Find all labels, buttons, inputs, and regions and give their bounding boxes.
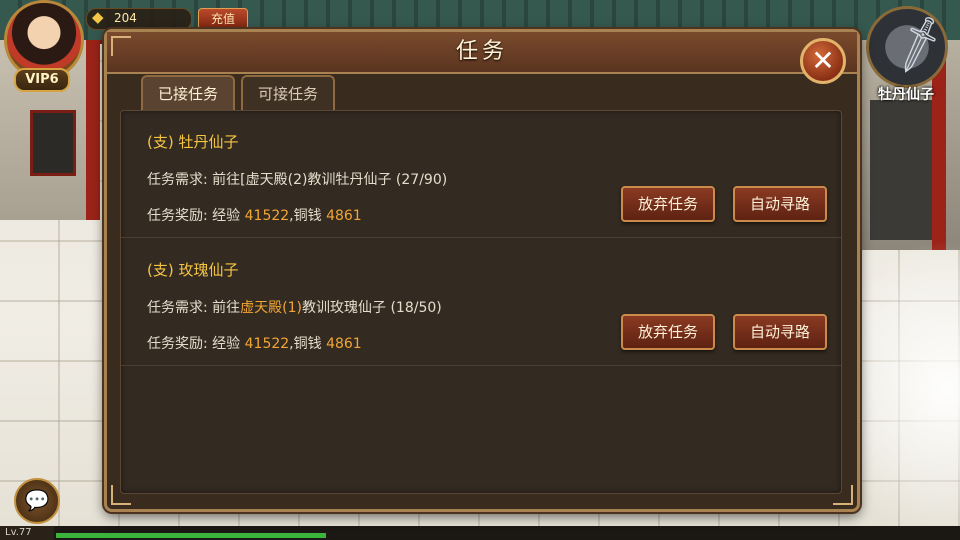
requirement-suffix: 教训玫瑰仙子 (18/50) — [302, 300, 442, 316]
reward-prefix: 任务奖励: 经验 — [147, 336, 245, 352]
recharge-button[interactable]: 充值 — [198, 8, 248, 30]
requirement-location: [虚天殿(2) — [240, 172, 308, 188]
gold-ingot-icon: ◆ — [92, 8, 104, 26]
target-portrait[interactable]: 🗡 — [866, 6, 954, 88]
reward-coins: 4861 — [326, 336, 362, 352]
close-button[interactable]: ✕ — [800, 38, 846, 84]
abandon-quest-button[interactable]: 放弃任务 — [621, 186, 715, 222]
quest-requirement: 任务需求: 前往[虚天殿(2)教训牡丹仙子 (27/90) — [147, 169, 447, 189]
abandon-quest-button[interactable]: 放弃任务 — [621, 314, 715, 350]
right-building-gate — [870, 100, 940, 240]
reward-exp: 41522 — [244, 208, 290, 224]
red-pillar — [86, 40, 100, 220]
reward-prefix: 任务奖励: 经验 — [147, 208, 245, 224]
chat-bubble-icon: 💬 — [24, 488, 50, 512]
auto-pathfind-button[interactable]: 自动寻路 — [733, 314, 827, 350]
quest-reward: 任务奖励: 经验 41522,铜钱 4861 — [147, 205, 362, 225]
corner-ornament — [111, 36, 131, 56]
quest-row: (支) 玫瑰仙子 任务需求: 前往虚天殿(1)教训玫瑰仙子 (18/50) 任务… — [121, 239, 841, 366]
quest-name: (支) 玫瑰仙子 — [147, 261, 239, 279]
reward-mid: ,铜钱 — [289, 336, 327, 352]
requirement-location[interactable]: 虚天殿(1) — [240, 300, 302, 316]
auto-pathfind-button[interactable]: 自动寻路 — [733, 186, 827, 222]
left-building-door — [30, 110, 76, 176]
quest-name: (支) 牡丹仙子 — [147, 133, 239, 151]
quest-requirement: 任务需求: 前往虚天殿(1)教训玫瑰仙子 (18/50) — [147, 297, 442, 317]
gold-amount: 204 — [114, 11, 137, 25]
reward-exp: 41522 — [244, 336, 290, 352]
requirement-suffix: 教训牡丹仙子 (27/90) — [307, 172, 448, 188]
exp-bar — [0, 526, 960, 540]
vip-badge[interactable]: VIP6 — [14, 68, 70, 92]
quest-row: (支) 牡丹仙子 任务需求: 前往[虚天殿(2)教训牡丹仙子 (27/90) 任… — [121, 111, 841, 238]
requirement-prefix: 任务需求: 前往 — [147, 172, 241, 188]
tab-available-quests[interactable]: 可接任务 — [241, 75, 335, 111]
target-name: 牡丹仙子 — [878, 87, 934, 103]
requirement-prefix: 任务需求: 前往 — [147, 300, 241, 316]
reward-coins: 4861 — [326, 208, 362, 224]
dialog-title: 任务 — [455, 39, 508, 64]
quest-reward: 任务奖励: 经验 41522,铜钱 4861 — [147, 333, 362, 353]
exp-fill — [56, 533, 326, 538]
chat-button[interactable]: 💬 — [14, 478, 60, 524]
quest-list: (支) 牡丹仙子 任务需求: 前往[虚天殿(2)教训牡丹仙子 (27/90) 任… — [120, 110, 842, 494]
close-icon: ✕ — [811, 44, 835, 77]
player-level: Lv.77 — [0, 526, 54, 540]
tab-accepted-quests[interactable]: 已接任务 — [141, 75, 235, 111]
reward-mid: ,铜钱 — [289, 208, 327, 224]
